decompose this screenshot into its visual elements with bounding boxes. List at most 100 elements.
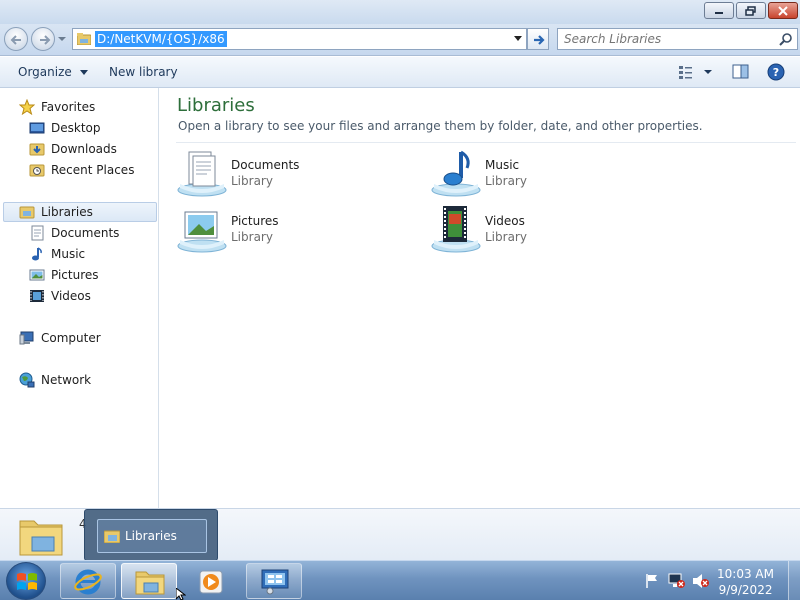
library-name: Music: [485, 158, 520, 172]
action-center-flag-icon[interactable]: [644, 573, 660, 589]
music-note-icon: [32, 247, 42, 261]
network-globe-icon: [19, 372, 35, 388]
page-subtitle: Open a library to see your files and arr…: [178, 119, 703, 133]
taskbar-thumbnail-preview[interactable]: Libraries: [84, 509, 218, 561]
documents-library-icon: [177, 151, 227, 197]
downloads-folder-icon: [29, 143, 45, 156]
change-view-button[interactable]: [678, 64, 712, 83]
music-library-icon: [431, 150, 481, 197]
library-pictures[interactable]: Pictures Library: [177, 204, 407, 256]
new-library-label: New library: [109, 65, 178, 79]
clock[interactable]: 10:03 AM 9/9/2022: [717, 566, 774, 598]
new-library-button[interactable]: New library: [109, 65, 178, 79]
library-type: Library: [231, 230, 273, 244]
windows-explorer-icon: [135, 571, 165, 595]
close-icon: [778, 5, 788, 16]
pictures-icon: [29, 269, 45, 281]
tree-item-recent-places[interactable]: Recent Places: [29, 160, 134, 180]
tree-item-downloads[interactable]: Downloads: [29, 139, 117, 159]
window-controls: [704, 2, 798, 19]
navigation-bar: D:/NetKVM/{OS}/x86: [0, 24, 800, 56]
forward-arrow-icon: [40, 35, 51, 45]
start-button[interactable]: [6, 562, 46, 600]
tree-item-label: Recent Places: [51, 163, 135, 177]
mouse-cursor-icon: [176, 588, 186, 600]
taskbar-remote-app[interactable]: [246, 563, 302, 599]
libraries-folder-icon: [77, 33, 91, 45]
chevron-down-icon: [79, 70, 88, 75]
tree-item-videos[interactable]: Videos: [29, 286, 91, 306]
tree-item-label: Computer: [41, 331, 101, 345]
tree-item-documents[interactable]: Documents: [29, 223, 119, 243]
videos-icon: [30, 290, 44, 302]
search-icon[interactable]: [779, 33, 792, 46]
network-disconnected-icon[interactable]: [668, 573, 686, 589]
tree-item-network[interactable]: Network: [19, 370, 91, 390]
back-arrow-icon: [10, 35, 21, 45]
volume-muted-icon[interactable]: [692, 573, 710, 589]
title-bar: [0, 0, 800, 24]
preview-pane-button[interactable]: [732, 64, 749, 82]
thumbnail-label: Libraries: [125, 529, 177, 543]
tree-item-label: Libraries: [41, 205, 93, 219]
tree-item-favorites[interactable]: Favorites: [19, 97, 95, 117]
tree-item-computer[interactable]: Computer: [19, 328, 101, 348]
svg-text:?: ?: [773, 66, 779, 79]
libraries-folder-icon: [104, 530, 120, 543]
media-player-icon: [199, 570, 223, 594]
restore-button[interactable]: [736, 2, 766, 19]
libraries-icon: [19, 206, 35, 219]
show-desktop-button[interactable]: [788, 561, 800, 600]
videos-library-icon: [431, 206, 481, 253]
help-button[interactable]: ?: [767, 63, 785, 84]
pictures-library-icon: [177, 211, 227, 253]
taskbar-internet-explorer[interactable]: [60, 563, 116, 599]
system-tray: 10:03 AM 9/9/2022: [630, 561, 800, 600]
libraries-large-icon: [19, 520, 63, 556]
library-type: Library: [231, 174, 273, 188]
desktop-icon: [29, 122, 45, 134]
tree-item-music[interactable]: Music: [29, 244, 85, 264]
network-control-panel-icon: [261, 569, 289, 595]
search-box[interactable]: [557, 28, 798, 50]
address-bar[interactable]: D:/NetKVM/{OS}/x86: [72, 28, 527, 50]
tree-item-libraries[interactable]: Libraries: [3, 202, 157, 222]
go-button[interactable]: [527, 28, 549, 50]
help-icon: ?: [767, 63, 785, 81]
tree-item-label: Videos: [51, 289, 91, 303]
library-name: Pictures: [231, 214, 279, 228]
library-type: Library: [485, 230, 527, 244]
tree-item-pictures[interactable]: Pictures: [29, 265, 99, 285]
organize-button[interactable]: Organize: [18, 65, 88, 79]
clock-date: 9/9/2022: [718, 583, 773, 597]
back-button[interactable]: [4, 27, 28, 51]
minimize-button[interactable]: [704, 2, 734, 19]
library-music[interactable]: Music Library: [431, 148, 661, 200]
content-pane: Libraries Open a library to see your fil…: [160, 88, 800, 508]
tree-item-desktop[interactable]: Desktop: [29, 118, 101, 138]
view-options-icon: [679, 66, 712, 79]
library-videos[interactable]: Videos Library: [431, 204, 661, 256]
thumbnail-window-item[interactable]: Libraries: [97, 519, 207, 553]
library-documents[interactable]: Documents Library: [177, 148, 407, 200]
preview-pane-icon: [732, 64, 749, 79]
favorites-star-icon: [19, 99, 35, 115]
forward-button[interactable]: [31, 27, 55, 51]
taskbar-windows-explorer[interactable]: [121, 563, 177, 599]
search-input[interactable]: [564, 31, 764, 47]
tree-item-label: Desktop: [51, 121, 101, 135]
address-path-text[interactable]: D:/NetKVM/{OS}/x86: [95, 31, 227, 47]
page-title: Libraries: [177, 95, 255, 116]
recent-places-icon: [29, 164, 45, 177]
recent-pages-chevron-icon[interactable]: [58, 35, 66, 43]
tree-item-label: Downloads: [51, 142, 117, 156]
close-button[interactable]: [768, 2, 798, 19]
tree-item-label: Favorites: [41, 100, 96, 114]
library-type: Library: [485, 174, 527, 188]
address-dropdown-chevron-icon[interactable]: [514, 36, 522, 42]
minimize-icon: [715, 11, 723, 14]
library-name: Documents: [231, 158, 300, 172]
tree-item-label: Pictures: [51, 268, 99, 282]
tree-item-label: Documents: [51, 226, 120, 240]
taskbar-media-player[interactable]: [183, 563, 239, 599]
